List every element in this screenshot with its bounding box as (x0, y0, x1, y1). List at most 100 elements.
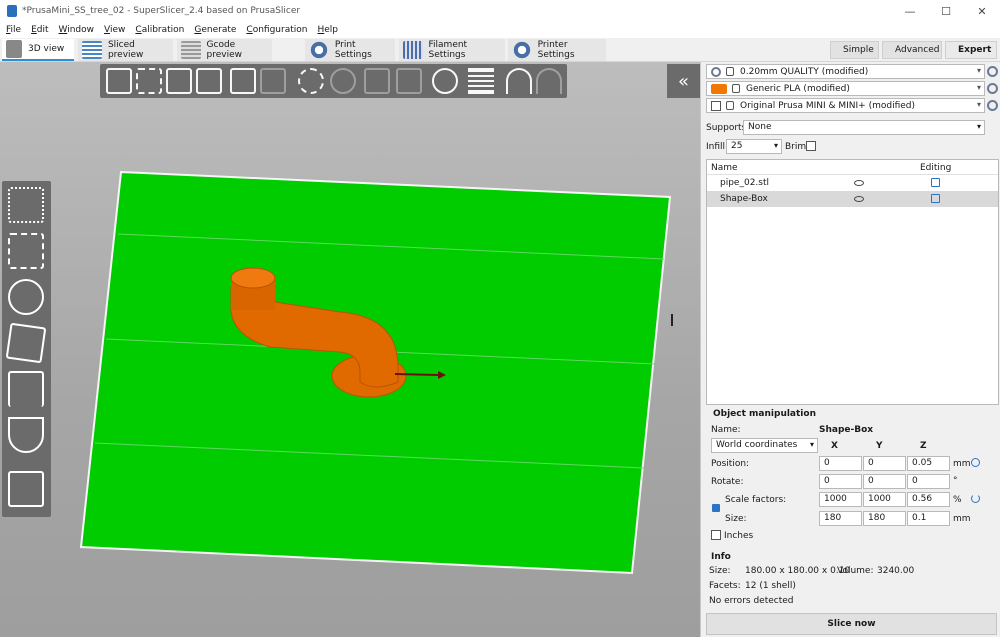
move-icon[interactable] (8, 187, 44, 223)
menu-calibration[interactable]: Calibration (135, 25, 184, 35)
sla-hollow-icon[interactable] (8, 471, 44, 507)
selected-object-name: Shape-Box (819, 425, 874, 435)
axis-x-label: X (831, 441, 838, 451)
add-object-icon[interactable] (106, 68, 132, 94)
layers-icon (82, 41, 102, 59)
rotate-z-input[interactable]: 0 (907, 474, 950, 489)
printer-preset-select[interactable]: Original Prusa MINI & MINI+ (modified) ▾ (706, 98, 985, 113)
pipe-top (230, 267, 276, 289)
name-label: Name: (711, 425, 741, 435)
edit-icon[interactable] (931, 194, 940, 203)
slice-now-button[interactable]: Slice now (706, 613, 997, 635)
size-y-input[interactable]: 180 (863, 511, 906, 526)
chevron-down-icon: ▾ (773, 141, 778, 150)
tab-label: Gcode preview (206, 40, 243, 60)
brim-checkbox[interactable] (806, 141, 816, 151)
supports-value: None (748, 122, 772, 132)
info-errors: No errors detected (709, 596, 794, 606)
delete-all-icon[interactable] (166, 68, 192, 94)
mode-expert-button[interactable]: Expert (945, 41, 997, 59)
mode-simple-button[interactable]: Simple (830, 41, 879, 59)
eye-icon[interactable] (854, 196, 864, 202)
info-size-label: Size: (709, 566, 731, 576)
size-x-input[interactable]: 180 (819, 511, 862, 526)
print-settings-icon (711, 66, 721, 77)
add-instance-icon[interactable] (298, 68, 324, 94)
editing-column-header[interactable]: Editing (920, 163, 951, 173)
position-unit: mm (953, 459, 971, 469)
copy-icon[interactable] (230, 68, 256, 94)
rotate-icon[interactable] (8, 279, 44, 315)
tab-printer-settings[interactable]: Printer Settings (508, 39, 606, 61)
tab-sliced-preview[interactable]: Sliced preview (78, 39, 173, 61)
scale-y-input[interactable]: 1000 (863, 492, 906, 507)
edit-icon[interactable] (931, 178, 940, 187)
scale-unit: % (953, 495, 962, 505)
inches-checkbox[interactable] (711, 530, 721, 540)
cut-icon[interactable] (8, 371, 44, 407)
printer-preset-gear-icon[interactable] (987, 100, 998, 111)
tab-print-settings[interactable]: Print Settings (305, 39, 395, 61)
search-icon[interactable] (432, 68, 458, 94)
print-preset-select[interactable]: 0.20mm QUALITY (modified) ▾ (706, 64, 985, 79)
position-y-input[interactable]: 0 (863, 456, 906, 471)
object-list-item[interactable]: Shape-Box (707, 191, 998, 207)
redo-icon[interactable] (536, 68, 562, 94)
scale-x-input[interactable]: 1000 (819, 492, 862, 507)
reset-scale-icon[interactable] (971, 494, 980, 503)
rotate-y-input[interactable]: 0 (863, 474, 906, 489)
position-label: Position: (711, 459, 750, 469)
menu-file[interactable]: File (6, 25, 21, 35)
scale-icon[interactable] (8, 233, 44, 269)
menu-edit[interactable]: Edit (31, 25, 48, 35)
remove-instance-icon[interactable] (330, 68, 356, 94)
supports-select[interactable]: None ▾ (743, 120, 985, 135)
filament-preset-gear-icon[interactable] (987, 83, 998, 94)
filament-preset-select[interactable]: Generic PLA (modified) ▾ (706, 81, 985, 96)
filament-preset-value: Generic PLA (modified) (746, 83, 850, 94)
object-list-item[interactable]: pipe_02.stl (707, 175, 998, 191)
name-column-header[interactable]: Name (711, 163, 738, 173)
menu-window[interactable]: Window (59, 25, 95, 35)
scale-z-input[interactable]: 0.56 (907, 492, 950, 507)
uniform-scale-lock-icon[interactable] (712, 504, 720, 512)
menu-generate[interactable]: Generate (194, 25, 236, 35)
position-x-input[interactable]: 0 (819, 456, 862, 471)
split-parts-icon[interactable] (396, 68, 422, 94)
menu-configuration[interactable]: Configuration (246, 25, 307, 35)
undo-icon[interactable] (506, 68, 532, 94)
chevron-down-icon: ▾ (976, 66, 981, 75)
tab-filament-settings[interactable]: Filament Settings (399, 39, 505, 61)
paint-supports-icon[interactable] (8, 417, 44, 453)
drop-to-bed-icon[interactable] (971, 458, 980, 467)
arrange-icon[interactable] (196, 68, 222, 94)
maximize-button[interactable]: ☐ (928, 0, 964, 22)
mode-advanced-button[interactable]: Advanced (882, 41, 942, 59)
collapse-sidebar-button[interactable]: « (667, 64, 700, 98)
print-preset-gear-icon[interactable] (987, 66, 998, 77)
minimize-button[interactable]: — (892, 0, 928, 22)
delete-object-icon[interactable] (136, 68, 162, 94)
rotate-x-input[interactable]: 0 (819, 474, 862, 489)
place-on-face-icon[interactable] (5, 322, 47, 364)
coordinate-system-select[interactable]: World coordinates ▾ (711, 438, 818, 453)
size-z-input[interactable]: 0.1 (907, 511, 950, 526)
top-toolbar (100, 64, 567, 98)
tab-3d-view[interactable]: 3D view (2, 39, 74, 61)
mouse-cursor-icon (671, 314, 679, 326)
filament-color-swatch[interactable] (711, 83, 727, 94)
menu-view[interactable]: View (104, 25, 125, 35)
eye-icon[interactable] (854, 180, 864, 186)
cube-icon (6, 40, 22, 58)
3d-viewport[interactable]: « (0, 62, 700, 637)
tab-gcode-preview[interactable]: Gcode preview (177, 39, 272, 61)
close-button[interactable]: ✕ (964, 0, 1000, 22)
printer-icon (711, 100, 721, 111)
paste-icon[interactable] (260, 68, 286, 94)
layers-editing-icon[interactable] (468, 68, 494, 94)
split-objects-icon[interactable] (364, 68, 390, 94)
infill-select[interactable]: 25 ▾ (726, 139, 782, 154)
menu-help[interactable]: Help (317, 25, 338, 35)
position-z-input[interactable]: 0.05 (907, 456, 950, 471)
print-bed (79, 170, 672, 575)
